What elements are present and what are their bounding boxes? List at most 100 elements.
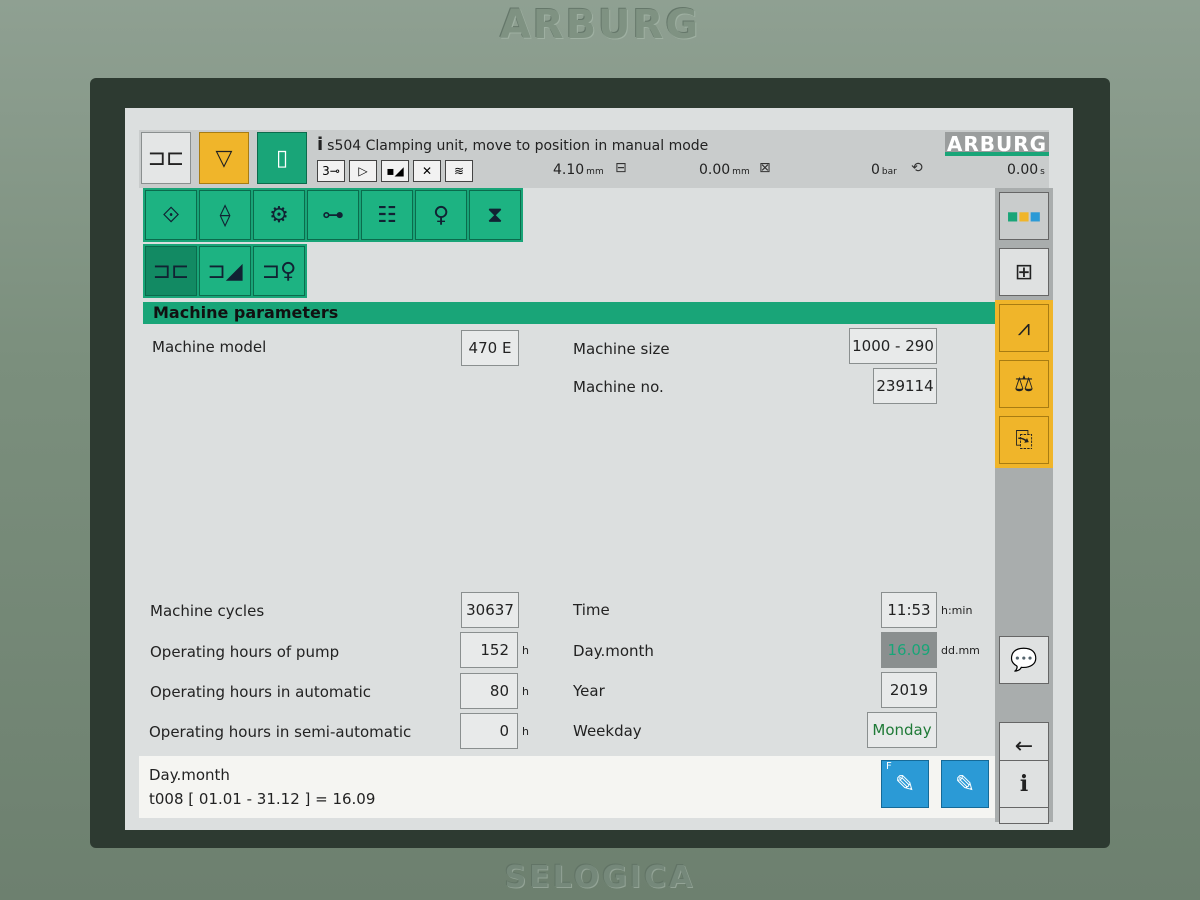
key-icon: ⊶ [322,202,344,228]
machine-model-label: Machine model [152,338,267,356]
messages-button[interactable]: 💬 [999,636,1049,684]
operator-icon: ♀ [432,202,450,228]
injection-icon: ⊠ [759,160,771,176]
function-row-1: ⟐ ⟠ ⚙ ⊶ ☷ ♀ ⧗ [143,188,523,242]
status-lights-button[interactable]: ■■■ [999,192,1049,240]
info-marker: i [317,134,324,155]
year-field[interactable]: 2019 [881,672,937,708]
right-sidebar: ■■■ ⊞ ⩘ ⚖ ⎘ 💬 ← ⚙ [995,188,1053,824]
door-icon: ▯ [275,145,289,171]
screw-icon: ≋ [445,160,473,182]
position-value: 4.10 [553,162,585,178]
machine-size-label: Machine size [573,340,670,358]
machine-cycles-field[interactable]: 30637 [461,592,519,628]
info-panel: Day.month t008 [ 01.01 - 31.12 ] = 16.09… [139,756,995,818]
gear-icon: ⚙ [269,202,289,228]
time-value: 0.00 [1007,162,1039,178]
semi-hours-unit: h [522,725,529,738]
time-field[interactable]: 11:53 [881,592,937,628]
info-button[interactable]: i [999,760,1049,808]
machine-no-label: Machine no. [573,378,664,396]
auto-hours-field[interactable]: 80 [460,673,518,709]
log-button[interactable]: ⎘ [999,416,1049,464]
daymonth-label: Day.month [573,642,654,660]
travel-unit: mm [732,167,750,177]
machine-model-field[interactable]: 470 E [461,330,519,366]
time-readout: 0.00 s [1007,162,1045,178]
process-graph-button[interactable]: ⩘ [999,304,1049,352]
screen-logo: ARBURG [945,132,1049,156]
pump-hours-unit: h [522,644,529,657]
funnel-button[interactable]: ▽ [199,132,249,184]
time-label: Time [573,601,610,619]
edit-function-button[interactable]: F ✎ [881,760,929,808]
key-access-button[interactable]: ⊶ [307,190,359,240]
bezel-bottom-logo: SELOGICA [504,860,696,895]
door-button[interactable]: ▯ [257,132,307,184]
clamp-operator-button[interactable]: ⊐♀ [253,246,305,296]
network-icon: ⊞ [1014,259,1034,285]
sliders-icon: ☷ [377,202,397,228]
edit-button[interactable]: ✎ [941,760,989,808]
info-title: Day.month [149,766,230,784]
machine-no-field[interactable]: 239114 [873,368,937,404]
network-button[interactable]: ⊞ [999,248,1049,296]
pressure-readout: 0 bar [871,162,897,178]
mold-travel-icon: ⊟ [615,160,627,176]
section-title: Machine parameters [143,302,995,324]
bezel-logo: ARBURG [499,2,701,48]
pressure-unit: bar [881,167,897,177]
machine-size-field[interactable]: 1000 - 290 [849,328,937,364]
hourglass-icon: ⧗ [487,202,503,228]
position-readout: 4.10 mm [553,162,604,178]
function-row-2: ⊐⊏ ⊐◢ ⊐♀ [143,244,307,298]
diagnostics-button[interactable]: ⧗ [469,190,521,240]
robot-icon: ⟠ [219,202,231,228]
daymonth-unit: dd.mm [941,644,980,657]
graph-icon: ⩘ [1017,315,1031,341]
funnel-icon: ▽ [215,145,233,171]
scale-graph-icon: ⚖ [1014,371,1034,397]
clamp-unit-icon: ⊐⊏ [147,145,185,171]
status-message-text: s504 Clamping unit, move to position in … [327,138,709,154]
weekday-field[interactable]: Monday [867,712,937,748]
clamp-ramp-button[interactable]: ⊐◢ [199,246,251,296]
operator-button[interactable]: ♀ [415,190,467,240]
setup-icon: ⟐ [162,202,180,228]
nozzle-icon: ▪◢ [381,160,409,182]
machine-cycles-label: Machine cycles [150,602,265,620]
auto-hours-unit: h [522,685,529,698]
quality-graph-button[interactable]: ⚖ [999,360,1049,408]
position-unit: mm [586,167,604,177]
daymonth-field[interactable]: 16.09 [881,632,937,668]
pump-hours-field[interactable]: 152 [460,632,518,668]
manual-mode-button[interactable]: ⊐⊏ [141,132,191,184]
weekday-label: Weekday [573,722,642,740]
scroll-icon: ⎘ [1015,427,1033,453]
clamp-ramp-icon: ⊐◢ [207,258,243,284]
pencil-icon: ✎ [954,770,976,798]
pressure-value: 0 [871,162,880,178]
settings-gear-button[interactable]: ⚙ [253,190,305,240]
pump-hours-label: Operating hours of pump [150,643,340,661]
semi-hours-label: Operating hours in semi-automatic [149,723,412,741]
auto-hours-label: Operating hours in automatic [150,683,372,701]
cycle-icon: ⟲ [911,160,923,176]
clamp-unit-icon: ⊐⊏ [152,258,190,284]
clamp-parameters-button[interactable]: ⊐⊏ [145,246,197,296]
pencil-icon: ✎ [894,770,916,798]
time-unit: s [1040,167,1045,177]
status-message: i s504 Clamping unit, move to position in… [317,134,927,158]
travel-value: 0.00 [699,162,731,178]
semi-hours-field[interactable]: 0 [460,713,518,749]
parameters-button[interactable]: ☷ [361,190,413,240]
setup-button[interactable]: ⟐ [145,190,197,240]
key-switch-icon: 3⊸ [317,160,345,182]
travel-readout: 0.00 mm [699,162,750,178]
robot-button[interactable]: ⟠ [199,190,251,240]
info-icon: i [1019,771,1029,797]
ejector-icon: ✕ [413,160,441,182]
top-bar: ⊐⊏ ▽ ▯ i s504 Clamping unit, move to posi… [139,130,1049,188]
year-label: Year [573,682,605,700]
cycle-start-icon: ▷ [349,160,377,182]
